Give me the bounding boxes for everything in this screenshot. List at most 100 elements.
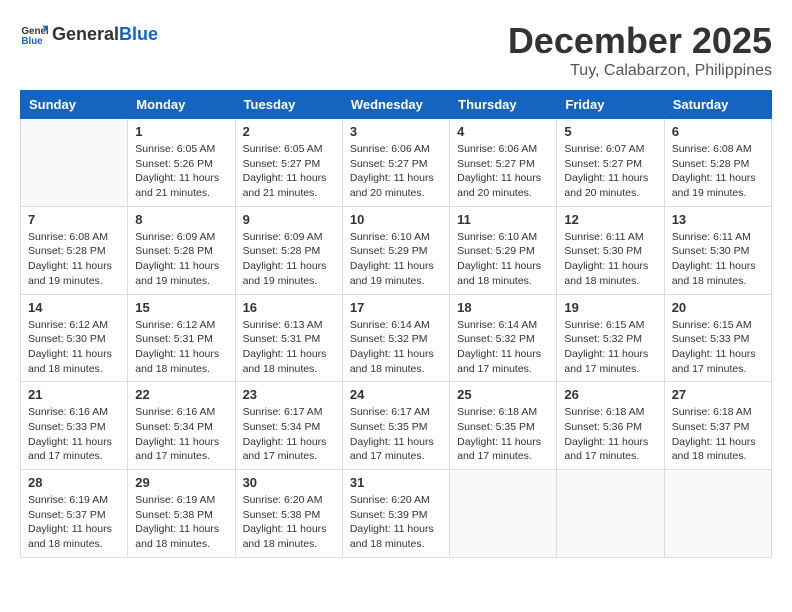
day-info: Sunrise: 6:15 AMSunset: 5:32 PMDaylight:… bbox=[564, 318, 656, 377]
day-number: 4 bbox=[457, 124, 549, 139]
weekday-header: Sunday bbox=[21, 91, 128, 119]
logo-blue-text: Blue bbox=[119, 24, 158, 45]
calendar-day-cell: 3Sunrise: 6:06 AMSunset: 5:27 PMDaylight… bbox=[342, 119, 449, 207]
day-number: 17 bbox=[350, 300, 442, 315]
calendar-day-cell: 9Sunrise: 6:09 AMSunset: 5:28 PMDaylight… bbox=[235, 206, 342, 294]
day-info: Sunrise: 6:13 AMSunset: 5:31 PMDaylight:… bbox=[243, 318, 335, 377]
day-info: Sunrise: 6:14 AMSunset: 5:32 PMDaylight:… bbox=[457, 318, 549, 377]
calendar-day-cell bbox=[664, 470, 771, 558]
weekday-header: Saturday bbox=[664, 91, 771, 119]
day-info: Sunrise: 6:20 AMSunset: 5:39 PMDaylight:… bbox=[350, 493, 442, 552]
calendar-day-cell bbox=[21, 119, 128, 207]
calendar-day-cell: 8 Sunrise: 6:09 AMSunset: 5:28 PMDaylight… bbox=[128, 206, 235, 294]
calendar-day-cell: 19Sunrise: 6:15 AMSunset: 5:32 PMDayligh… bbox=[557, 294, 664, 382]
day-number: 16 bbox=[243, 300, 335, 315]
day-info: Sunrise: 6:08 AMSunset: 5:28 PMDaylight:… bbox=[28, 230, 120, 289]
day-number: 14 bbox=[28, 300, 120, 315]
calendar-header-row: SundayMondayTuesdayWednesdayThursdayFrid… bbox=[21, 91, 772, 119]
day-number: 15 bbox=[135, 300, 227, 315]
day-number: 13 bbox=[672, 212, 764, 227]
day-info: Sunrise: 6:08 AMSunset: 5:28 PMDaylight:… bbox=[672, 142, 764, 201]
weekday-header: Thursday bbox=[450, 91, 557, 119]
weekday-header: Monday bbox=[128, 91, 235, 119]
day-number: 31 bbox=[350, 475, 442, 490]
day-number: 20 bbox=[672, 300, 764, 315]
day-number: 24 bbox=[350, 387, 442, 402]
calendar-day-cell: 12 Sunrise: 6:11 AMSunset: 5:30 PMDayligh… bbox=[557, 206, 664, 294]
title-area: December 2025 Tuy, Calabarzon, Philippin… bbox=[508, 20, 772, 80]
day-info: Sunrise: 6:10 AMSunset: 5:29 PMDaylight:… bbox=[457, 230, 549, 289]
calendar-day-cell: 1Sunrise: 6:05 AMSunset: 5:26 PMDaylight… bbox=[128, 119, 235, 207]
day-info: Sunrise: 6:05 AMSunset: 5:27 PMDaylight:… bbox=[243, 142, 335, 201]
day-number: 12 bbox=[564, 212, 656, 227]
calendar-day-cell bbox=[557, 470, 664, 558]
calendar-day-cell: 15 Sunrise: 6:12 AMSunset: 5:31 PMDayligh… bbox=[128, 294, 235, 382]
calendar-day-cell: 22 Sunrise: 6:16 AMSunset: 5:34 PMDayligh… bbox=[128, 382, 235, 470]
calendar-day-cell: 6 Sunrise: 6:08 AMSunset: 5:28 PMDaylight… bbox=[664, 119, 771, 207]
day-number: 6 bbox=[672, 124, 764, 139]
calendar-week-row: 21 Sunrise: 6:16 AMSunset: 5:33 PMDayligh… bbox=[21, 382, 772, 470]
day-number: 8 bbox=[135, 212, 227, 227]
calendar-week-row: 14 Sunrise: 6:12 AMSunset: 5:30 PMDayligh… bbox=[21, 294, 772, 382]
calendar-day-cell: 17 Sunrise: 6:14 AMSunset: 5:32 PMDayligh… bbox=[342, 294, 449, 382]
day-info: Sunrise: 6:15 AMSunset: 5:33 PMDaylight:… bbox=[672, 318, 764, 377]
day-info: Sunrise: 6:12 AMSunset: 5:31 PMDaylight:… bbox=[135, 318, 227, 377]
day-info: Sunrise: 6:11 AMSunset: 5:30 PMDaylight:… bbox=[672, 230, 764, 289]
calendar-week-row: 1Sunrise: 6:05 AMSunset: 5:26 PMDaylight… bbox=[21, 119, 772, 207]
day-number: 18 bbox=[457, 300, 549, 315]
day-number: 5 bbox=[564, 124, 656, 139]
calendar-day-cell: 20 Sunrise: 6:15 AMSunset: 5:33 PMDayligh… bbox=[664, 294, 771, 382]
day-info: Sunrise: 6:20 AMSunset: 5:38 PMDaylight:… bbox=[243, 493, 335, 552]
calendar-day-cell: 25 Sunrise: 6:18 AMSunset: 5:35 PMDayligh… bbox=[450, 382, 557, 470]
day-info: Sunrise: 6:11 AMSunset: 5:30 PMDaylight:… bbox=[564, 230, 656, 289]
day-number: 10 bbox=[350, 212, 442, 227]
day-info: Sunrise: 6:18 AMSunset: 5:37 PMDaylight:… bbox=[672, 405, 764, 464]
day-info: Sunrise: 6:14 AMSunset: 5:32 PMDaylight:… bbox=[350, 318, 442, 377]
day-number: 29 bbox=[135, 475, 227, 490]
day-info: Sunrise: 6:19 AMSunset: 5:37 PMDaylight:… bbox=[28, 493, 120, 552]
day-info: Sunrise: 6:06 AMSunset: 5:27 PMDaylight:… bbox=[457, 142, 549, 201]
day-info: Sunrise: 6:16 AMSunset: 5:34 PMDaylight:… bbox=[135, 405, 227, 464]
calendar-day-cell: 2 Sunrise: 6:05 AMSunset: 5:27 PMDaylight… bbox=[235, 119, 342, 207]
day-number: 2 bbox=[243, 124, 335, 139]
calendar-day-cell: 5 Sunrise: 6:07 AMSunset: 5:27 PMDaylight… bbox=[557, 119, 664, 207]
day-number: 25 bbox=[457, 387, 549, 402]
calendar-week-row: 28 Sunrise: 6:19 AMSunset: 5:37 PMDayligh… bbox=[21, 470, 772, 558]
day-number: 28 bbox=[28, 475, 120, 490]
day-info: Sunrise: 6:07 AMSunset: 5:27 PMDaylight:… bbox=[564, 142, 656, 201]
day-info: Sunrise: 6:12 AMSunset: 5:30 PMDaylight:… bbox=[28, 318, 120, 377]
day-info: Sunrise: 6:18 AMSunset: 5:35 PMDaylight:… bbox=[457, 405, 549, 464]
location-title: Tuy, Calabarzon, Philippines bbox=[508, 62, 772, 80]
calendar-day-cell: 13 Sunrise: 6:11 AMSunset: 5:30 PMDayligh… bbox=[664, 206, 771, 294]
weekday-header: Tuesday bbox=[235, 91, 342, 119]
day-info: Sunrise: 6:10 AMSunset: 5:29 PMDaylight:… bbox=[350, 230, 442, 289]
day-info: Sunrise: 6:18 AMSunset: 5:36 PMDaylight:… bbox=[564, 405, 656, 464]
calendar-day-cell: 28 Sunrise: 6:19 AMSunset: 5:37 PMDayligh… bbox=[21, 470, 128, 558]
day-number: 21 bbox=[28, 387, 120, 402]
calendar-day-cell: 18 Sunrise: 6:14 AMSunset: 5:32 PMDayligh… bbox=[450, 294, 557, 382]
day-info: Sunrise: 6:16 AMSunset: 5:33 PMDaylight:… bbox=[28, 405, 120, 464]
calendar-day-cell: 29 Sunrise: 6:19 AMSunset: 5:38 PMDayligh… bbox=[128, 470, 235, 558]
calendar-day-cell: 16 Sunrise: 6:13 AMSunset: 5:31 PMDayligh… bbox=[235, 294, 342, 382]
calendar-day-cell: 14 Sunrise: 6:12 AMSunset: 5:30 PMDayligh… bbox=[21, 294, 128, 382]
header: General Blue General Blue December 2025 … bbox=[20, 20, 772, 80]
calendar-day-cell: 23Sunrise: 6:17 AMSunset: 5:34 PMDayligh… bbox=[235, 382, 342, 470]
calendar-day-cell: 21 Sunrise: 6:16 AMSunset: 5:33 PMDayligh… bbox=[21, 382, 128, 470]
calendar-day-cell: 7Sunrise: 6:08 AMSunset: 5:28 PMDaylight… bbox=[21, 206, 128, 294]
day-number: 9 bbox=[243, 212, 335, 227]
day-number: 26 bbox=[564, 387, 656, 402]
weekday-header: Friday bbox=[557, 91, 664, 119]
day-number: 11 bbox=[457, 212, 549, 227]
day-info: Sunrise: 6:09 AMSunset: 5:28 PMDaylight:… bbox=[135, 230, 227, 289]
day-number: 22 bbox=[135, 387, 227, 402]
calendar-day-cell: 26 Sunrise: 6:18 AMSunset: 5:36 PMDayligh… bbox=[557, 382, 664, 470]
day-number: 27 bbox=[672, 387, 764, 402]
calendar-day-cell: 10 Sunrise: 6:10 AMSunset: 5:29 PMDayligh… bbox=[342, 206, 449, 294]
weekday-header: Wednesday bbox=[342, 91, 449, 119]
day-number: 30 bbox=[243, 475, 335, 490]
svg-text:Blue: Blue bbox=[21, 36, 43, 47]
calendar-day-cell: 11 Sunrise: 6:10 AMSunset: 5:29 PMDayligh… bbox=[450, 206, 557, 294]
day-number: 3 bbox=[350, 124, 442, 139]
day-info: Sunrise: 6:19 AMSunset: 5:38 PMDaylight:… bbox=[135, 493, 227, 552]
day-info: Sunrise: 6:17 AMSunset: 5:35 PMDaylight:… bbox=[350, 405, 442, 464]
